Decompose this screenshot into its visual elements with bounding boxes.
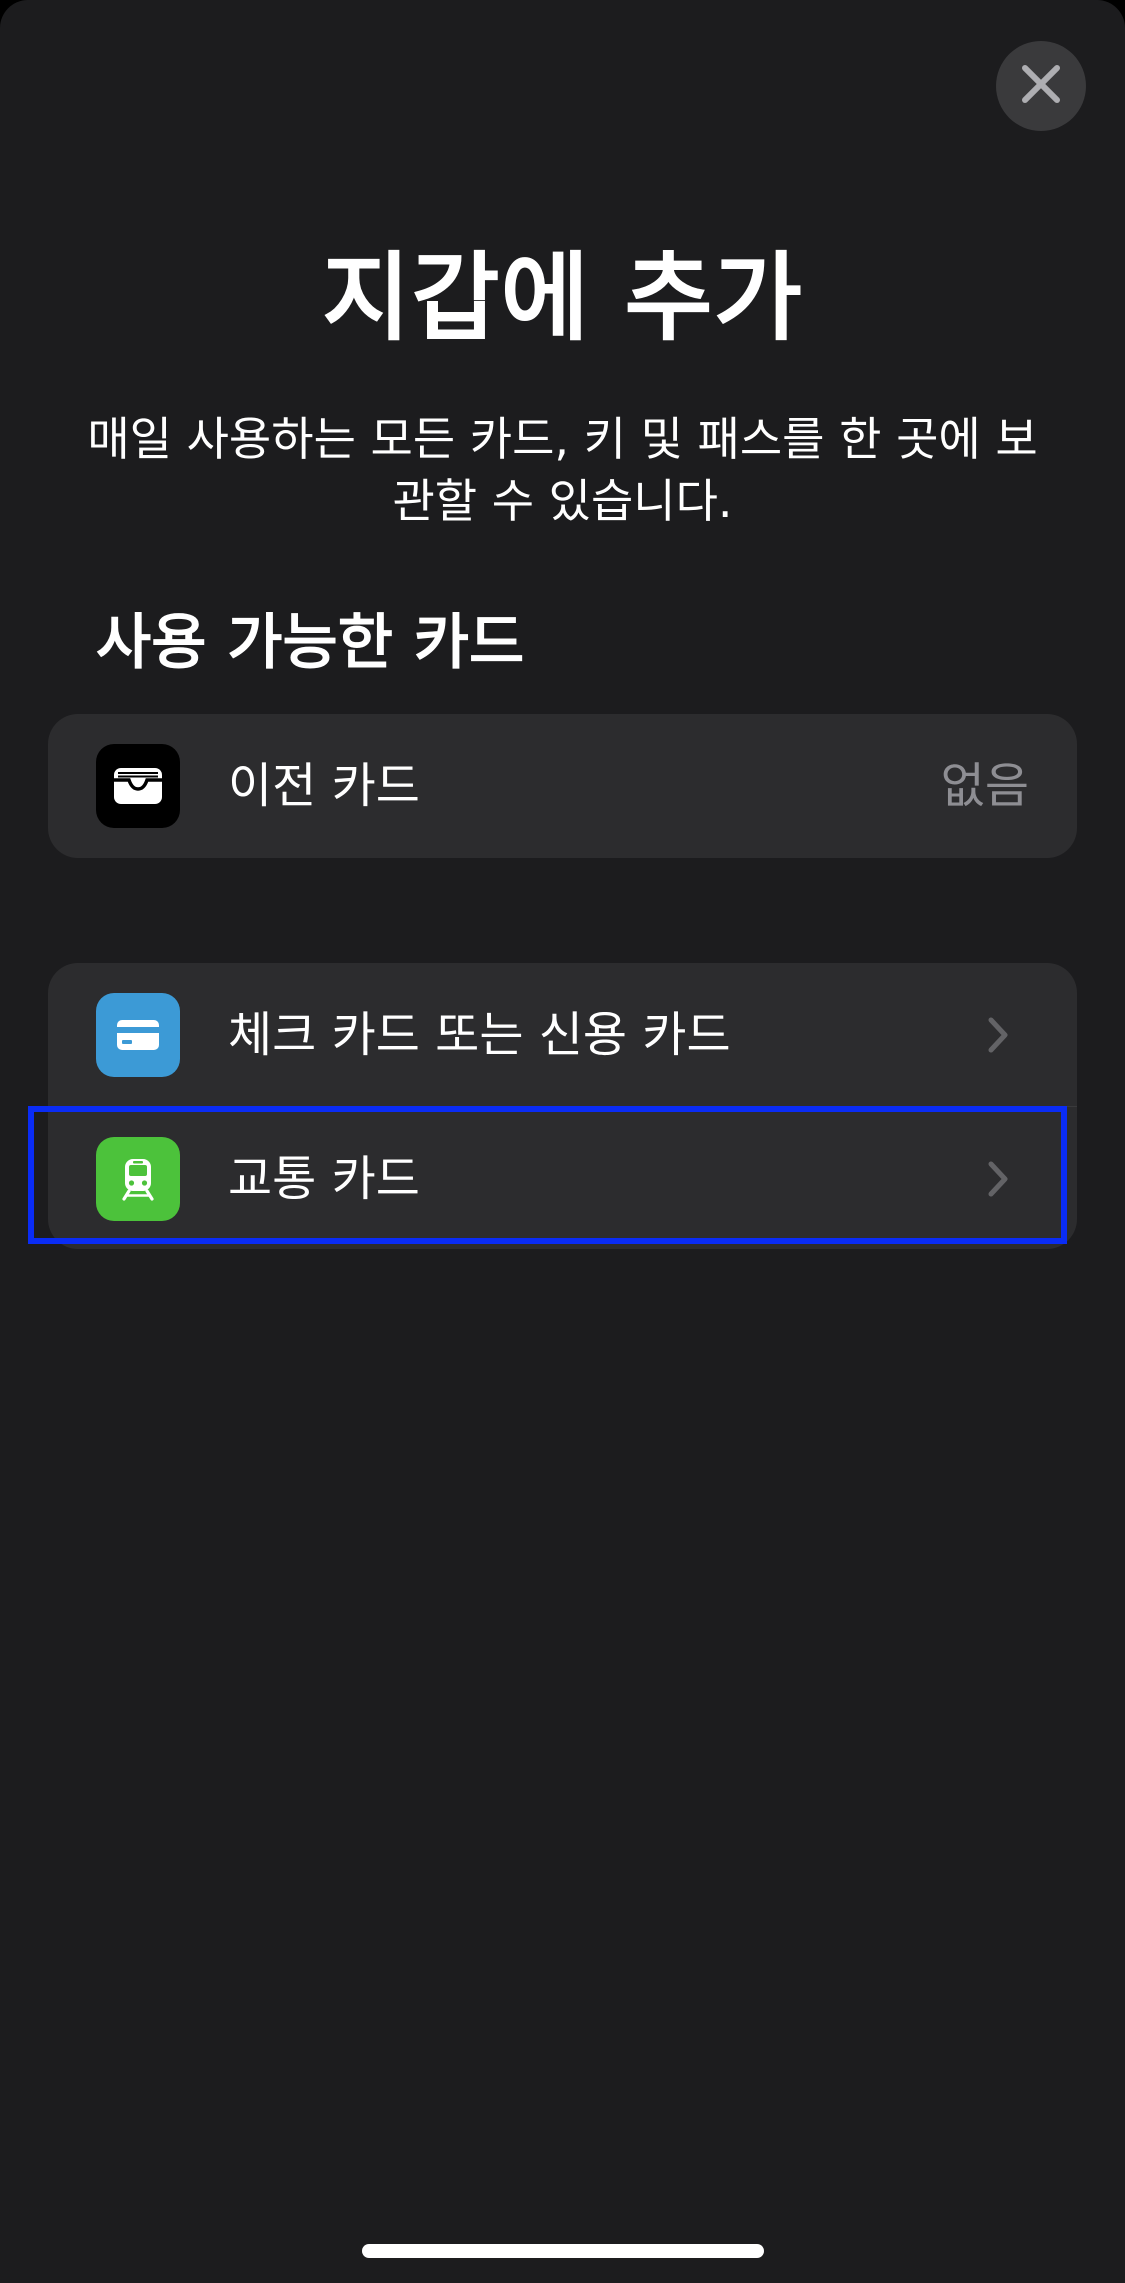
previous-cards-value: 없음 xyxy=(940,758,1029,814)
wallet-icon xyxy=(96,744,180,828)
available-cards-list: 이전 카드 없음 xyxy=(48,714,1077,858)
close-button[interactable] xyxy=(996,41,1086,131)
previous-cards-label: 이전 카드 xyxy=(228,758,420,814)
available-cards-header: 사용 가능한 카드 xyxy=(96,608,525,678)
chevron-right-icon xyxy=(983,1011,1013,1059)
page-subtitle: 매일 사용하는 모든 카드, 키 및 패스를 한 곳에 보관할 수 있습니다. xyxy=(87,412,1038,528)
transit-card-highlight-box xyxy=(28,1106,1067,1244)
debit-credit-card-label: 체크 카드 또는 신용 카드 xyxy=(228,1007,731,1063)
previous-cards-row[interactable]: 이전 카드 없음 xyxy=(48,714,1077,858)
close-icon xyxy=(1021,64,1061,108)
add-to-wallet-sheet: 지갑에 추가 매일 사용하는 모든 카드, 키 및 패스를 한 곳에 보관할 수… xyxy=(0,0,1125,2283)
debit-credit-card-row[interactable]: 체크 카드 또는 신용 카드 xyxy=(48,963,1077,1107)
home-indicator[interactable] xyxy=(362,2244,764,2258)
credit-card-icon xyxy=(96,993,180,1077)
page-title: 지갑에 추가 xyxy=(321,242,804,354)
